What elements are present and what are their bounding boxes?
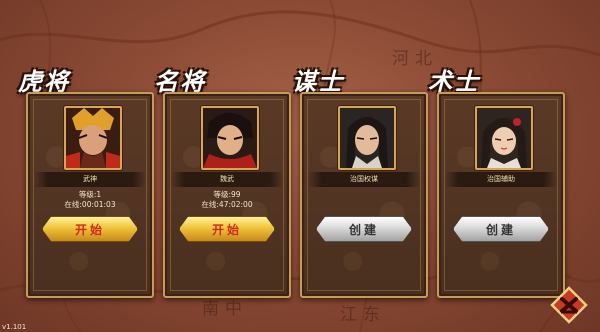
character-name: 魏武 [171, 172, 283, 187]
character-name: 治国权谋 [308, 172, 420, 187]
character-card-3[interactable]: 治国权谋 创建 [300, 92, 428, 298]
female-mystic-portrait [475, 106, 533, 170]
character-card-2[interactable]: 魏武 等级:99 在线:47:02:00 开始 [163, 92, 291, 298]
map-label-jiangdong: 江东 [340, 305, 386, 325]
red-armored-warrior-portrait [64, 106, 122, 170]
version-label: v1.101 [2, 323, 27, 331]
exit-icon [550, 286, 588, 324]
character-level: 等级:99 [213, 190, 241, 199]
create-button[interactable]: 创建 [453, 216, 549, 242]
red-scarf-general-portrait [201, 106, 259, 170]
exit-button[interactable] [550, 286, 588, 324]
character-name: 武神 [34, 172, 146, 187]
create-button[interactable]: 创建 [316, 216, 412, 242]
character-name: 治国辅助 [445, 172, 557, 187]
long-haired-strategist-portrait [338, 106, 396, 170]
character-online-time: 在线:00:01:03 [64, 200, 116, 209]
start-button[interactable]: 开始 [42, 216, 138, 242]
character-level: 等级:1 [78, 190, 102, 199]
start-button[interactable]: 开始 [179, 216, 275, 242]
character-card-1[interactable]: 武神 等级:1 在线:00:01:03 开始 [26, 92, 154, 298]
character-online-time: 在线:47:02:00 [201, 200, 253, 209]
character-card-4[interactable]: 治国辅助 创建 [437, 92, 565, 298]
